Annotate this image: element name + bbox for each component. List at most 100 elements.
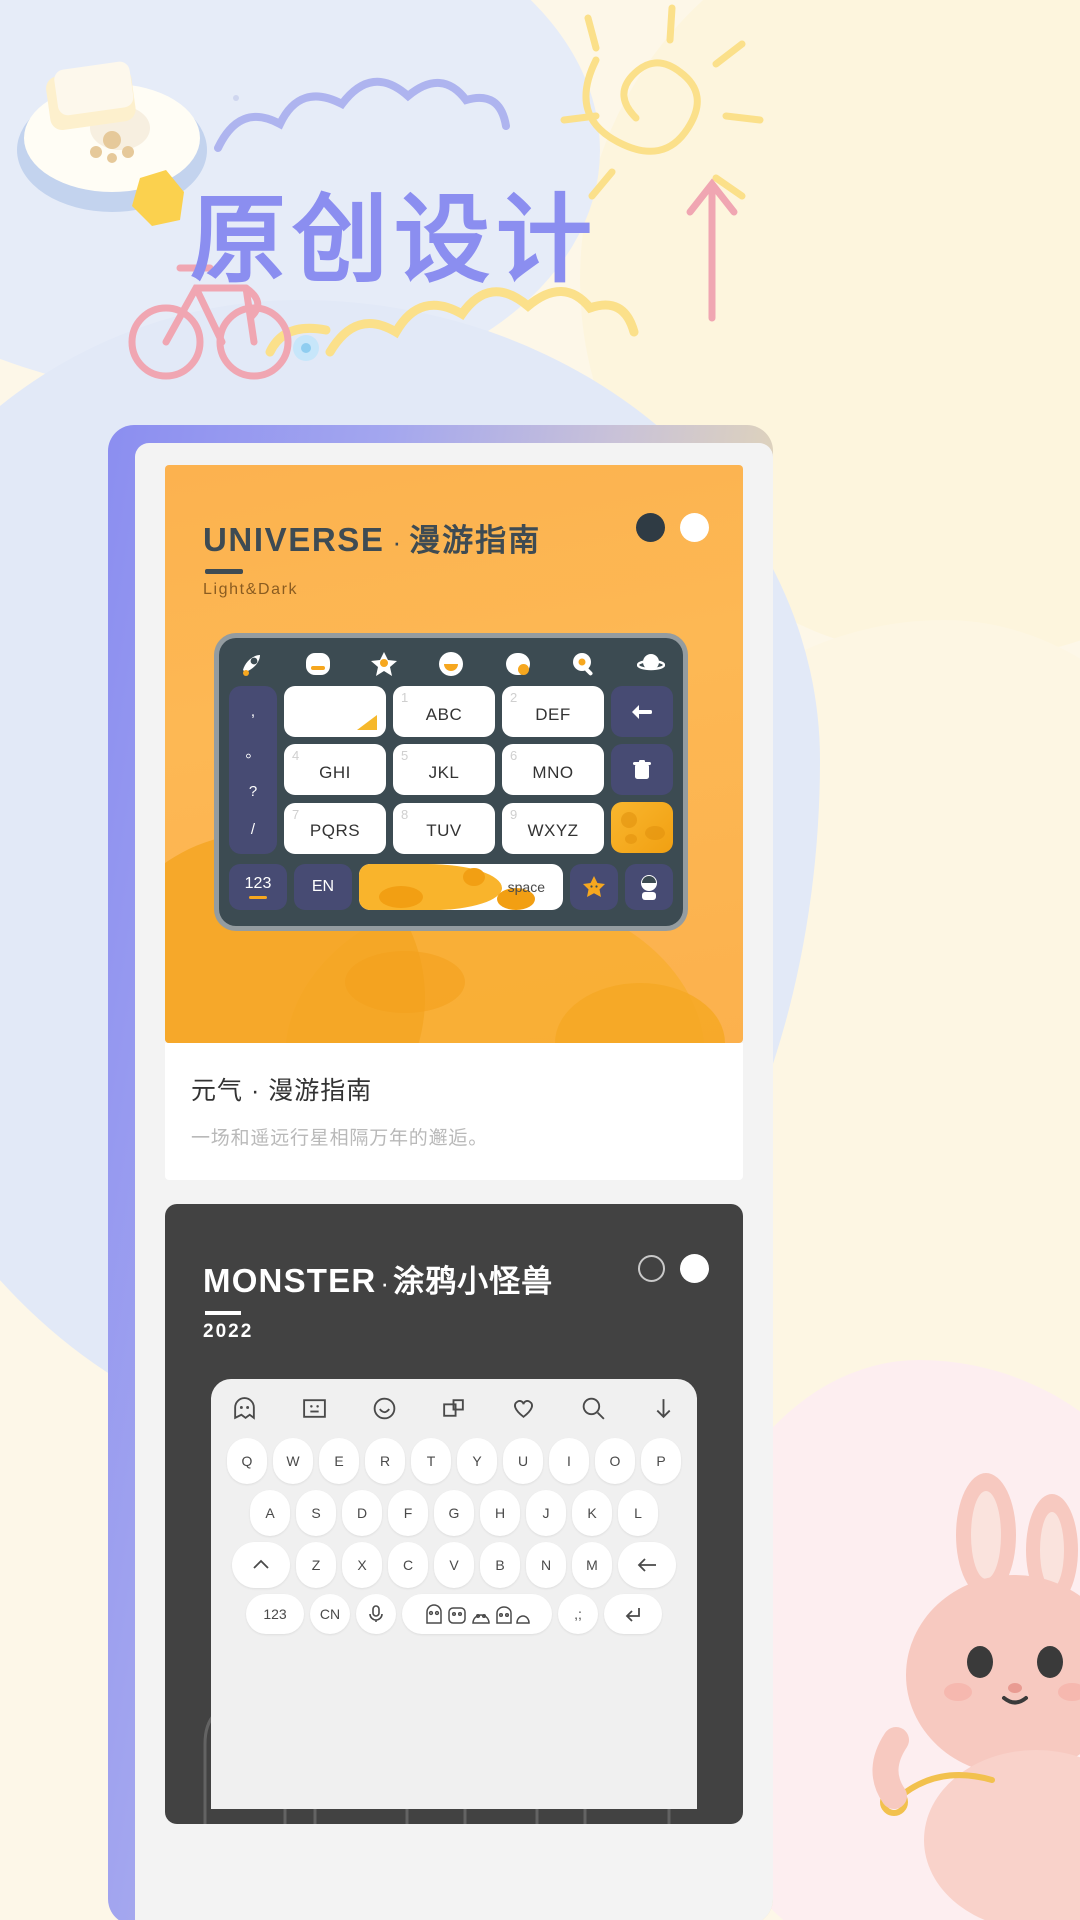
universe-footer-title: 元气 · 漫游指南 bbox=[191, 1077, 373, 1105]
search-icon[interactable] bbox=[580, 1395, 607, 1422]
punct-key[interactable]: / bbox=[251, 821, 255, 838]
ghost-icon[interactable] bbox=[231, 1395, 258, 1422]
language-key[interactable]: CN bbox=[310, 1594, 350, 1634]
punctuation-key[interactable]: ,; bbox=[558, 1594, 598, 1634]
sticker-icon[interactable] bbox=[504, 650, 532, 678]
key-u[interactable]: U bbox=[503, 1438, 543, 1484]
key-o[interactable]: O bbox=[595, 1438, 635, 1484]
key-3[interactable]: 2 DEF bbox=[502, 686, 604, 737]
key-h[interactable]: H bbox=[480, 1490, 520, 1536]
cheese-hole bbox=[379, 886, 423, 908]
key-y[interactable]: Y bbox=[457, 1438, 497, 1484]
universe-keyboard[interactable]: , 。 ? / 1 ABC 2 DEF 4 GHI 5 JKL 6 MNO 7 … bbox=[214, 633, 688, 931]
keyboard-icon[interactable] bbox=[301, 1395, 328, 1422]
emoji-icon[interactable] bbox=[437, 650, 465, 678]
backspace-icon[interactable] bbox=[611, 686, 673, 737]
astronaut-icon[interactable] bbox=[625, 864, 673, 910]
arrow-down-icon[interactable] bbox=[650, 1395, 677, 1422]
keyboard-bottom-row[interactable]: 123 EN space bbox=[219, 864, 683, 921]
toggle-light-dot[interactable] bbox=[680, 513, 709, 542]
key-k[interactable]: K bbox=[572, 1490, 612, 1536]
backspace-icon[interactable] bbox=[618, 1542, 676, 1588]
clipboard-icon[interactable] bbox=[440, 1395, 467, 1422]
monster-header: MONSTER · 涂鸦小怪兽 2022 bbox=[203, 1256, 553, 1343]
key-v[interactable]: V bbox=[434, 1542, 474, 1588]
theme-card-monster[interactable]: MONSTER · 涂鸦小怪兽 2022 Q W E R T Y U I O P… bbox=[165, 1204, 743, 1824]
key-w[interactable]: W bbox=[273, 1438, 313, 1484]
key-5[interactable]: 5 JKL bbox=[393, 744, 495, 796]
key-g[interactable]: G bbox=[434, 1490, 474, 1536]
monster-keyboard[interactable]: Q W E R T Y U I O P A S D F G H J K L Z … bbox=[211, 1379, 697, 1809]
key-4[interactable]: 4 GHI bbox=[284, 744, 386, 796]
key-z[interactable]: Z bbox=[296, 1542, 336, 1588]
search-icon[interactable] bbox=[570, 650, 598, 678]
key-e[interactable]: E bbox=[319, 1438, 359, 1484]
keyboard-icon[interactable] bbox=[304, 650, 332, 678]
theme-card-universe[interactable]: UNIVERSE · 漫游指南 Light&Dark , 。 ? / 1 ABC… bbox=[135, 465, 773, 1180]
key-7[interactable]: 7 PQRS bbox=[284, 802, 386, 854]
key-6[interactable]: 6 MNO bbox=[502, 744, 604, 796]
key-t[interactable]: T bbox=[411, 1438, 451, 1484]
key-s[interactable]: S bbox=[296, 1490, 336, 1536]
shift-icon[interactable] bbox=[232, 1542, 290, 1588]
enter-icon[interactable] bbox=[604, 1594, 662, 1634]
key-c[interactable]: C bbox=[388, 1542, 428, 1588]
mic-icon[interactable] bbox=[356, 1594, 396, 1634]
punct-key[interactable]: ? bbox=[249, 783, 257, 800]
heart-icon[interactable] bbox=[510, 1395, 537, 1422]
key-n[interactable]: N bbox=[526, 1542, 566, 1588]
key-f[interactable]: F bbox=[388, 1490, 428, 1536]
key-1[interactable] bbox=[284, 686, 386, 737]
key-r[interactable]: R bbox=[365, 1438, 405, 1484]
language-key[interactable]: EN bbox=[294, 864, 352, 910]
punct-key[interactable]: , bbox=[251, 703, 255, 720]
key-2[interactable]: 1 ABC bbox=[393, 686, 495, 737]
monster-key-row-4[interactable]: 123 CN ,; bbox=[211, 1588, 697, 1634]
key-i[interactable]: I bbox=[549, 1438, 589, 1484]
toggle-dark-dot[interactable] bbox=[636, 513, 665, 542]
planet-shape bbox=[345, 951, 465, 1013]
cheese-enter-icon[interactable] bbox=[611, 802, 673, 853]
monster-key-row-3[interactable]: Z X C V B N M bbox=[211, 1536, 697, 1588]
numeric-key[interactable]: 123 bbox=[246, 1594, 304, 1634]
key-l[interactable]: L bbox=[618, 1490, 658, 1536]
keyboard-toolbar[interactable] bbox=[219, 638, 683, 686]
keyboard-punct-column[interactable]: , 。 ? / bbox=[229, 686, 277, 854]
toggle-filled-dot[interactable] bbox=[680, 1254, 709, 1283]
keyboard-action-column[interactable] bbox=[611, 686, 673, 854]
monster-key-row-1[interactable]: Q W E R T Y U I O P bbox=[211, 1432, 697, 1484]
key-8[interactable]: 8 TUV bbox=[393, 802, 495, 854]
key-b[interactable]: B bbox=[480, 1542, 520, 1588]
numeric-key[interactable]: 123 bbox=[229, 864, 287, 910]
emoji-icon[interactable] bbox=[371, 1395, 398, 1422]
monster-key-row-2[interactable]: A S D F G H J K L bbox=[211, 1484, 697, 1536]
key-number: 8 bbox=[401, 806, 409, 822]
key-a[interactable]: A bbox=[250, 1490, 290, 1536]
key-j[interactable]: J bbox=[526, 1490, 566, 1536]
key-9[interactable]: 9 WXYZ bbox=[502, 802, 604, 854]
key-m[interactable]: M bbox=[572, 1542, 612, 1588]
key-p[interactable]: P bbox=[641, 1438, 681, 1484]
star-icon[interactable] bbox=[370, 650, 398, 678]
universe-theme-toggle[interactable] bbox=[636, 513, 709, 542]
toggle-outline-dot[interactable] bbox=[638, 1255, 665, 1282]
screen-scroll-area[interactable]: UNIVERSE · 漫游指南 Light&Dark , 。 ? / 1 ABC… bbox=[135, 443, 773, 1920]
space-key[interactable] bbox=[402, 1594, 552, 1634]
key-x[interactable]: X bbox=[342, 1542, 382, 1588]
key-q[interactable]: Q bbox=[227, 1438, 267, 1484]
page-title-text: 原创设计 bbox=[190, 187, 598, 294]
universe-title-cn: 漫游指南 bbox=[409, 523, 542, 558]
key-d[interactable]: D bbox=[342, 1490, 382, 1536]
punct-key[interactable]: 。 bbox=[245, 741, 260, 762]
star-emoji-icon[interactable] bbox=[570, 864, 618, 910]
monster-theme-toggle[interactable] bbox=[638, 1254, 709, 1283]
planet-icon[interactable] bbox=[636, 650, 666, 678]
keyboard-numpad[interactable]: 1 ABC 2 DEF 4 GHI 5 JKL 6 MNO 7 PQRS 8 T… bbox=[284, 686, 604, 854]
key-label: DEF bbox=[535, 704, 571, 724]
monster-keyboard-toolbar[interactable] bbox=[211, 1379, 697, 1432]
space-key[interactable]: space bbox=[359, 864, 563, 910]
rocket-icon[interactable] bbox=[237, 650, 265, 678]
delete-icon[interactable] bbox=[611, 744, 673, 795]
keyboard-main[interactable]: , 。 ? / 1 ABC 2 DEF 4 GHI 5 JKL 6 MNO 7 … bbox=[219, 686, 683, 864]
monster-subtitle: 2022 bbox=[203, 1321, 254, 1342]
